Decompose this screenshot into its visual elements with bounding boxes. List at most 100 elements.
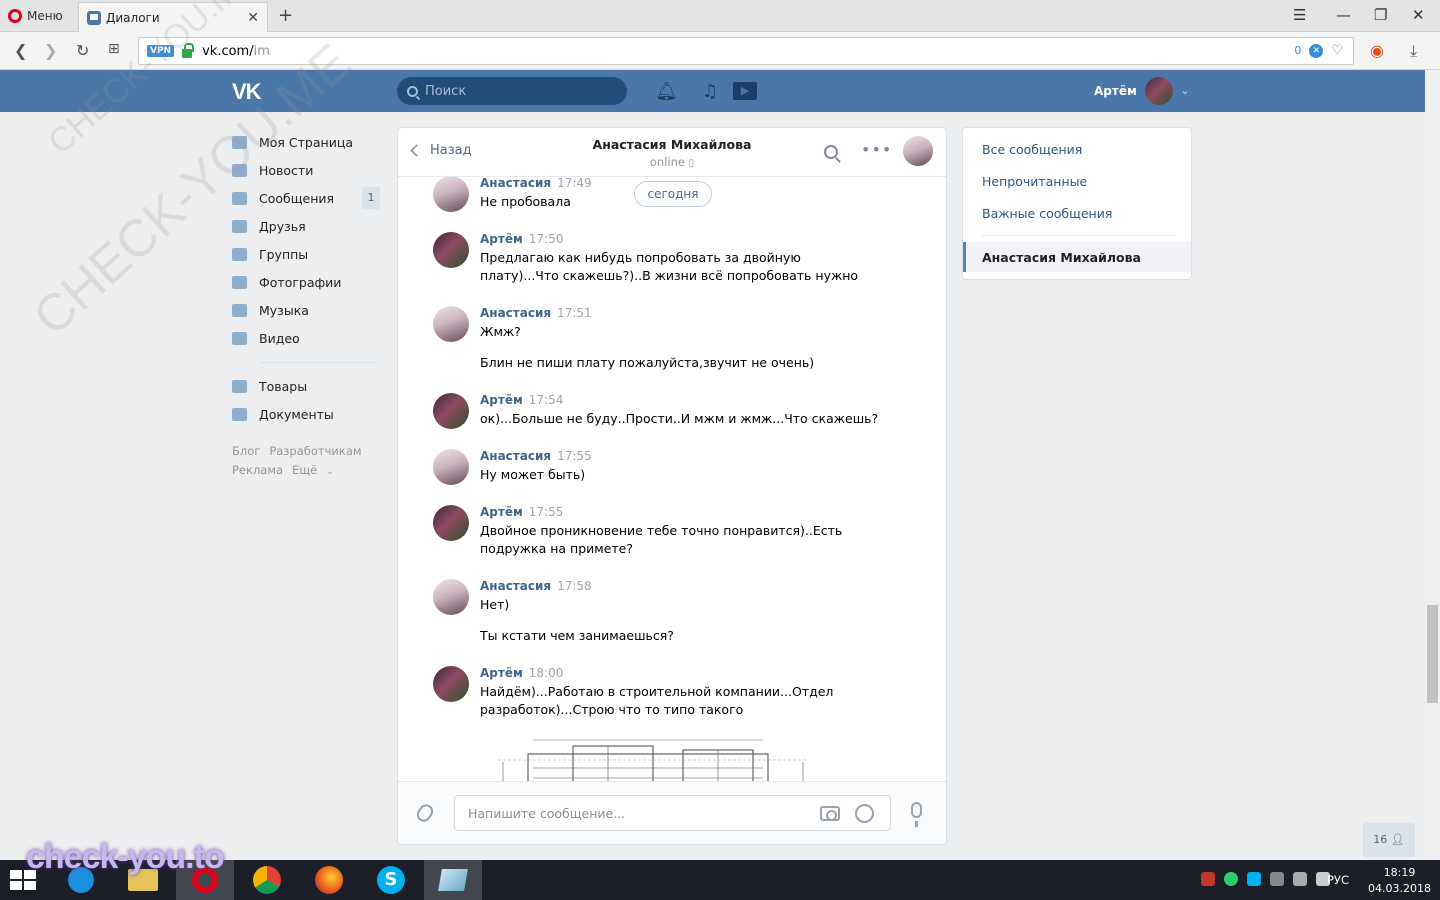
new-tab-button[interactable]: + xyxy=(278,5,293,26)
vk-header: VK Поиск 🔔︎ ♫ ▶ Артём ⌄ xyxy=(0,70,1425,112)
author-avatar[interactable] xyxy=(433,505,469,541)
page-scrollbar[interactable] xyxy=(1425,70,1440,860)
groups-icon xyxy=(232,247,247,261)
sidebar-item-label: Фотографии xyxy=(259,274,342,290)
author-avatar[interactable] xyxy=(433,177,469,212)
sidebar-item-news[interactable]: Новости xyxy=(232,156,382,184)
footer-link-developers[interactable]: Разработчикам xyxy=(269,444,361,458)
camera-icon[interactable] xyxy=(820,806,840,821)
author-name[interactable]: Артём xyxy=(480,505,523,519)
attached-blueprint-image[interactable] xyxy=(498,732,808,783)
attach-icon[interactable] xyxy=(414,801,436,825)
author-avatar[interactable] xyxy=(433,232,469,268)
taskbar-chrome-icon[interactable] xyxy=(238,860,296,900)
sidebar-item-my-page[interactable]: Моя Страница xyxy=(232,128,382,156)
sidebar-item-messages[interactable]: Сообщения 1 xyxy=(232,184,382,212)
home-icon xyxy=(232,135,247,149)
menu-divider xyxy=(260,362,376,363)
opera-menu-button[interactable]: Меню xyxy=(8,7,63,25)
scrollbar-thumb[interactable] xyxy=(1427,605,1438,703)
user-avatar xyxy=(1144,77,1173,105)
filter-all-messages[interactable]: Все сообщения xyxy=(963,133,1191,165)
sidebar-item-market[interactable]: Товары xyxy=(232,372,382,400)
opera-badge-icon[interactable]: ◉ xyxy=(1370,41,1384,60)
message-input[interactable]: Напишите сообщение... xyxy=(454,795,891,831)
tab-dialogs[interactable]: Диалоги ✕ xyxy=(78,2,268,32)
minimize-button[interactable]: — xyxy=(1336,6,1351,24)
restore-button[interactable]: ❐ xyxy=(1374,6,1387,24)
sidebar-item-friends[interactable]: Друзья xyxy=(232,212,382,240)
language-indicator[interactable]: РУС xyxy=(1327,873,1349,887)
sidebar-item-music[interactable]: Музыка xyxy=(232,296,382,324)
lock-icon[interactable] xyxy=(182,42,195,58)
url-input[interactable]: VPN vk.com/im 0 ✕ ♡ xyxy=(138,37,1354,65)
sidebar-item-documents[interactable]: Документы xyxy=(232,400,382,428)
peer-avatar[interactable] xyxy=(903,136,933,166)
user-name: Артём xyxy=(1094,84,1137,98)
author-name[interactable]: Анастасия xyxy=(480,177,551,190)
message-text: Предлагаю как нибудь попробовать за двой… xyxy=(480,250,859,283)
close-window-button[interactable]: ✕ xyxy=(1412,6,1425,24)
speed-dial-icon[interactable]: ⊞ xyxy=(108,41,120,57)
sidebar-item-label: Моя Страница xyxy=(259,134,353,150)
search-icon[interactable] xyxy=(824,145,838,159)
tray-app-icon[interactable] xyxy=(1270,872,1284,886)
filter-important[interactable]: Важные сообщения xyxy=(963,197,1191,229)
taskbar-skype-icon[interactable]: S xyxy=(362,860,420,900)
author-name[interactable]: Анастасия xyxy=(480,579,551,593)
download-icon[interactable]: ⤓ xyxy=(1410,41,1417,61)
message-line: Ты кстати чем занимаешься? xyxy=(480,628,674,643)
system-clock[interactable]: 18:19 04.03.2018 xyxy=(1368,865,1431,897)
author-name[interactable]: Артём xyxy=(480,393,523,407)
tray-app-icon[interactable] xyxy=(1224,872,1238,886)
bell-icon[interactable]: 🔔︎ xyxy=(655,81,678,102)
vpn-badge[interactable]: VPN xyxy=(147,45,175,57)
taskbar-app-icon[interactable] xyxy=(424,860,482,900)
author-avatar[interactable] xyxy=(433,449,469,485)
network-icon[interactable] xyxy=(1293,872,1307,886)
opera-logo-icon xyxy=(8,9,22,23)
adblock-icon[interactable]: ✕ xyxy=(1309,43,1324,58)
author-avatar[interactable] xyxy=(433,393,469,429)
heart-icon[interactable]: ♡ xyxy=(1331,43,1343,58)
play-icon[interactable]: ▶ xyxy=(733,82,757,100)
reload-icon[interactable]: ↻ xyxy=(76,41,89,60)
search-input[interactable]: Поиск xyxy=(397,77,627,105)
online-friends-counter[interactable]: 16 👤︎ xyxy=(1363,823,1415,857)
user-menu[interactable]: Артём ⌄ xyxy=(1094,77,1189,105)
footer-link-ads[interactable]: Реклама xyxy=(232,463,283,477)
forward-nav-icon[interactable]: ❯ xyxy=(44,41,57,60)
taskbar-firefox-icon[interactable] xyxy=(300,860,358,900)
mobile-icon: ▯ xyxy=(688,158,695,169)
back-nav-icon[interactable]: ❮ xyxy=(14,41,27,60)
author-name[interactable]: Артём xyxy=(480,666,523,680)
microphone-icon[interactable] xyxy=(911,802,922,827)
filter-unread[interactable]: Непрочитанные xyxy=(963,165,1191,197)
author-name[interactable]: Анастасия xyxy=(480,306,551,320)
message-time: 17:54 xyxy=(528,393,564,407)
author-avatar[interactable] xyxy=(433,306,469,342)
author-avatar[interactable] xyxy=(433,666,469,702)
message-time: 17:58 xyxy=(557,579,592,593)
emoji-icon[interactable] xyxy=(855,804,874,823)
message-time: 17:55 xyxy=(528,505,564,519)
author-name[interactable]: Артём xyxy=(480,232,523,246)
tray-skype-icon[interactable] xyxy=(1247,872,1261,886)
address-bar: ❮ ❯ ↻ ⊞ VPN vk.com/im 0 ✕ ♡ ◉ ⤓ xyxy=(0,32,1440,70)
more-icon[interactable]: ••• xyxy=(861,140,892,159)
author-name[interactable]: Анастасия xyxy=(480,449,551,463)
vk-logo[interactable]: VK xyxy=(232,79,262,105)
tray-app-icon[interactable] xyxy=(1201,872,1215,886)
messages-icon xyxy=(232,191,247,205)
sidebar-item-photos[interactable]: Фотографии xyxy=(232,268,382,296)
footer-link-more[interactable]: Ещё xyxy=(292,463,317,477)
footer-link-blog[interactable]: Блог xyxy=(232,444,260,458)
sidebar-item-groups[interactable]: Группы xyxy=(232,240,382,268)
close-tab-icon[interactable]: ✕ xyxy=(247,10,259,26)
photos-icon xyxy=(232,275,247,289)
author-avatar[interactable] xyxy=(433,579,469,615)
sidebar-item-video[interactable]: Видео xyxy=(232,324,382,352)
tab-menu-icon[interactable]: ☰ xyxy=(1293,6,1306,24)
music-note-icon[interactable]: ♫ xyxy=(702,81,718,102)
filter-current-dialog[interactable]: Анастасия Михайлова xyxy=(963,242,1191,272)
